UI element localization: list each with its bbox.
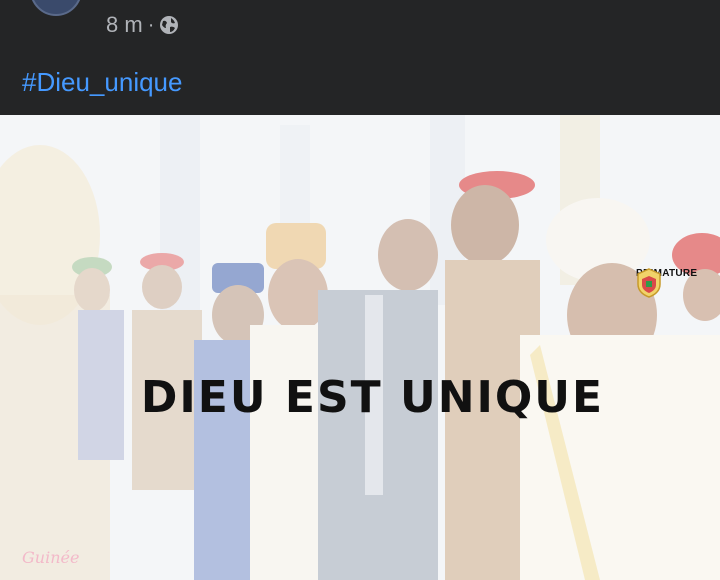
author-avatar[interactable] [30, 0, 82, 16]
seal-icon [637, 268, 661, 298]
post-photo[interactable]: PRIMATURE Guinée [0, 115, 720, 580]
photo-caption: DIEU EST UNIQUE [140, 372, 605, 423]
post-timestamp[interactable]: 8 m [106, 12, 143, 38]
post-meta: 8 m · [106, 12, 179, 38]
post-header: 8 m · #Dieu_unique [0, 0, 720, 115]
primature-logo: PRIMATURE [636, 268, 697, 298]
photo-scene [0, 115, 720, 580]
globe-icon[interactable] [159, 15, 179, 35]
hashtag-link[interactable]: #Dieu_unique [22, 67, 182, 98]
meta-separator: · [147, 13, 155, 36]
watermark: Guinée [22, 548, 80, 567]
